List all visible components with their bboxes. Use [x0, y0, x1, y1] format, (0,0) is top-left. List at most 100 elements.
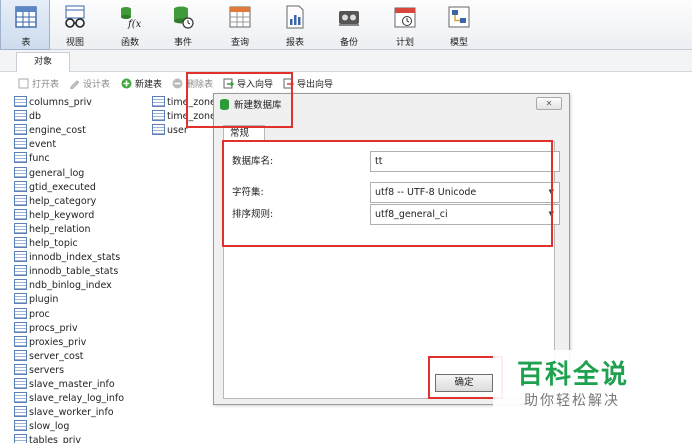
- table-row[interactable]: db: [14, 110, 41, 124]
- export-wizard-label: 导出向导: [297, 80, 334, 90]
- collation-label: 排序规则:: [232, 209, 274, 220]
- table-icon: [14, 420, 27, 432]
- table-row[interactable]: innodb_table_stats: [14, 265, 118, 279]
- table-name: help_keyword: [29, 209, 95, 221]
- table-icon: [14, 434, 27, 443]
- delete-table-button[interactable]: 删除表: [172, 76, 213, 94]
- toolbar-query-button[interactable]: 查询: [215, 0, 265, 50]
- toolbar-schedule-button[interactable]: 计划: [380, 0, 430, 50]
- table-row[interactable]: plugin: [14, 293, 58, 307]
- table-icon: [15, 6, 37, 28]
- view-glasses-icon: [65, 5, 85, 28]
- table-row[interactable]: ndb_binlog_index: [14, 279, 112, 293]
- table-icon: [14, 208, 27, 220]
- table-name: slave_master_info: [29, 379, 115, 390]
- table-row[interactable]: help_relation: [14, 222, 91, 237]
- table-icon: [14, 166, 27, 178]
- table-name: user: [167, 125, 188, 137]
- table-icon: [14, 251, 27, 263]
- table-row[interactable]: innodb_index_stats: [14, 251, 120, 265]
- delete-table-label: 删除表: [186, 80, 214, 90]
- table-row[interactable]: time_zone: [152, 110, 216, 124]
- table-row[interactable]: time_zone: [152, 96, 216, 110]
- table-name: innodb_index_stats: [29, 252, 121, 264]
- table-name: innodb_table_stats: [29, 266, 119, 278]
- toolbar-table-button[interactable]: 表: [0, 0, 50, 50]
- toolbar-label: 函数: [120, 38, 139, 48]
- table-row[interactable]: general_log: [14, 166, 84, 181]
- table-icon: [14, 138, 27, 150]
- function-fx-icon: f(x): [121, 7, 141, 29]
- table-icon: [14, 349, 27, 361]
- charset-select[interactable]: utf8 -- UTF-8 Unicode ▼: [370, 182, 560, 203]
- table-row[interactable]: slow_log: [14, 420, 69, 434]
- table-row[interactable]: slave_worker_info: [14, 406, 114, 420]
- toolbar-label: 视图: [65, 38, 84, 48]
- import-wizard-label: 导入向导: [237, 80, 274, 90]
- table-name: plugin: [29, 294, 59, 306]
- schedule-calendar-icon: [394, 7, 416, 28]
- toolbar-function-button[interactable]: f(x) 函数: [105, 0, 155, 50]
- table-row[interactable]: help_keyword: [14, 208, 95, 223]
- table-row[interactable]: procs_priv: [14, 321, 78, 336]
- table-row[interactable]: columns_priv: [14, 96, 92, 110]
- table-icon: [14, 335, 27, 347]
- close-button[interactable]: ✕: [536, 97, 562, 110]
- table-row[interactable]: server_cost: [14, 349, 84, 364]
- toolbar-label: 模型: [449, 38, 468, 48]
- toolbar-label: 报表: [285, 38, 304, 48]
- model-icon: [448, 6, 470, 28]
- table-icon: [14, 392, 27, 404]
- table-icon: [14, 406, 27, 418]
- table-row[interactable]: event: [14, 138, 56, 152]
- table-row[interactable]: slave_relay_log_info: [14, 392, 124, 406]
- dialog-title: 新建数据库: [220, 98, 282, 114]
- table-row[interactable]: slave_master_info: [14, 378, 115, 392]
- svg-text:f(x): f(x): [127, 19, 141, 29]
- table-icon: [14, 307, 27, 319]
- table-row[interactable]: tables_priv: [14, 434, 81, 443]
- table-icon: [152, 124, 165, 136]
- table-icon: [14, 293, 27, 305]
- table-row[interactable]: proc: [14, 307, 50, 322]
- table-icon: [14, 110, 27, 122]
- table-row[interactable]: help_category: [14, 194, 97, 209]
- table-row[interactable]: servers: [14, 363, 64, 378]
- open-table-button[interactable]: 打开表: [18, 76, 59, 94]
- export-wizard-button[interactable]: 导出向导: [283, 76, 333, 94]
- import-icon: [223, 78, 234, 89]
- table-name: time_zone: [167, 111, 216, 123]
- table-icon: [14, 222, 27, 234]
- table-name: tables_priv: [29, 435, 81, 443]
- table-row[interactable]: engine_cost: [14, 124, 86, 138]
- import-wizard-button[interactable]: 导入向导: [223, 76, 273, 94]
- design-table-button[interactable]: 设计表: [69, 76, 110, 94]
- toolbar-model-button[interactable]: 模型: [434, 0, 484, 50]
- ok-button[interactable]: 确定: [435, 374, 493, 392]
- export-icon: [283, 78, 294, 89]
- toolbar-report-button[interactable]: 报表: [270, 0, 320, 50]
- collation-select[interactable]: utf8_general_ci ▼: [370, 204, 560, 225]
- tab-objects[interactable]: 对象: [16, 52, 70, 72]
- table-row[interactable]: func: [14, 152, 50, 166]
- new-table-button[interactable]: 新建表: [121, 76, 162, 94]
- table-name: help_category: [29, 195, 97, 207]
- toolbar-event-button[interactable]: 事件: [158, 0, 208, 50]
- table-row[interactable]: proxies_priv: [14, 335, 87, 350]
- table-name: event: [29, 139, 57, 151]
- db-name-input[interactable]: tt: [370, 151, 560, 172]
- toolbar-backup-button[interactable]: 备份: [324, 0, 374, 50]
- toolbar-view-button[interactable]: 视图: [50, 0, 100, 50]
- table-row[interactable]: help_topic: [14, 237, 78, 251]
- table-name: func: [29, 153, 50, 165]
- table-row[interactable]: gtid_executed: [14, 180, 96, 195]
- table-name: proxies_priv: [29, 336, 87, 348]
- table-name: help_topic: [29, 238, 78, 249]
- toolbar-label: 备份: [339, 38, 358, 48]
- toolbar-label: 计划: [395, 38, 414, 48]
- table-icon: [14, 96, 27, 107]
- main-toolbar: 表 视图 f(x) 函数: [0, 0, 692, 50]
- table-row[interactable]: user: [152, 124, 188, 138]
- tab-general[interactable]: 常规: [223, 125, 265, 141]
- watermark-title: 百科全说: [517, 360, 630, 390]
